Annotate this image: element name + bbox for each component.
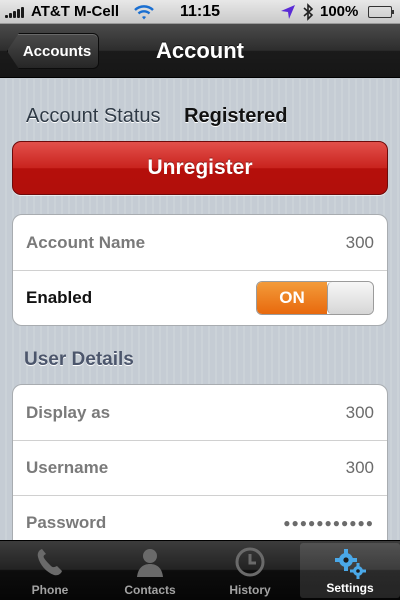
- display-as-row[interactable]: Display as 300: [13, 385, 387, 440]
- account-status-label: Account Status: [26, 105, 161, 127]
- enabled-label: Enabled: [26, 288, 93, 307]
- password-row[interactable]: Password ●●●●●●●●●●●: [13, 495, 387, 540]
- toggle-knob[interactable]: [327, 282, 373, 314]
- tab-history[interactable]: History: [200, 541, 300, 600]
- account-status-row: Account Status Registered: [26, 105, 287, 128]
- toggle-on-label: ON: [257, 282, 327, 314]
- tab-history-label: History: [229, 583, 271, 597]
- tab-contacts-label: Contacts: [124, 583, 176, 597]
- password-label: Password: [26, 513, 107, 532]
- display-as-value: 300: [345, 402, 374, 422]
- display-as-label: Display as: [26, 402, 111, 422]
- clock-icon: [235, 547, 265, 577]
- username-value: 300: [345, 458, 374, 477]
- location-arrow-icon: [281, 5, 295, 19]
- password-value: ●●●●●●●●●●●: [283, 516, 374, 530]
- enabled-row: Enabled ON: [13, 270, 387, 325]
- tab-phone[interactable]: Phone: [0, 541, 100, 600]
- bluetooth-icon: [303, 3, 314, 21]
- account-name-row[interactable]: Account Name 300: [13, 215, 387, 270]
- contacts-icon: [137, 549, 163, 577]
- account-content[interactable]: Account Status Registered Unregister Acc…: [0, 79, 400, 540]
- tab-settings[interactable]: Settings: [300, 543, 400, 598]
- account-name-value: 300: [345, 232, 374, 252]
- enabled-toggle[interactable]: ON: [256, 281, 374, 315]
- phone-icon: [37, 549, 62, 576]
- battery-icon: [368, 6, 394, 18]
- gears-icon: [335, 549, 366, 579]
- tab-phone-label: Phone: [31, 583, 69, 597]
- user-details-header: User Details: [24, 349, 134, 370]
- tab-contacts[interactable]: Contacts: [100, 541, 200, 600]
- account-name-label: Account Name: [26, 232, 146, 252]
- user-details-group: Display as 300 Username 300 Password ●●●…: [12, 384, 388, 540]
- battery-percentage: 100%: [320, 3, 359, 20]
- username-label: Username: [26, 458, 109, 477]
- account-settings-group: Account Name 300 Enabled ON: [12, 214, 388, 326]
- status-bar: AT&T M-Cell 11:15 100%: [0, 0, 400, 24]
- unregister-button[interactable]: Unregister: [12, 141, 388, 195]
- account-status-value: Registered: [184, 105, 288, 127]
- accounts-back-button[interactable]: Accounts: [7, 33, 99, 69]
- navigation-bar: Accounts Account: [0, 24, 400, 78]
- username-row[interactable]: Username 300: [13, 440, 387, 495]
- tab-bar: Phone Contacts History Settings: [0, 540, 400, 600]
- tab-settings-label: Settings: [326, 581, 374, 595]
